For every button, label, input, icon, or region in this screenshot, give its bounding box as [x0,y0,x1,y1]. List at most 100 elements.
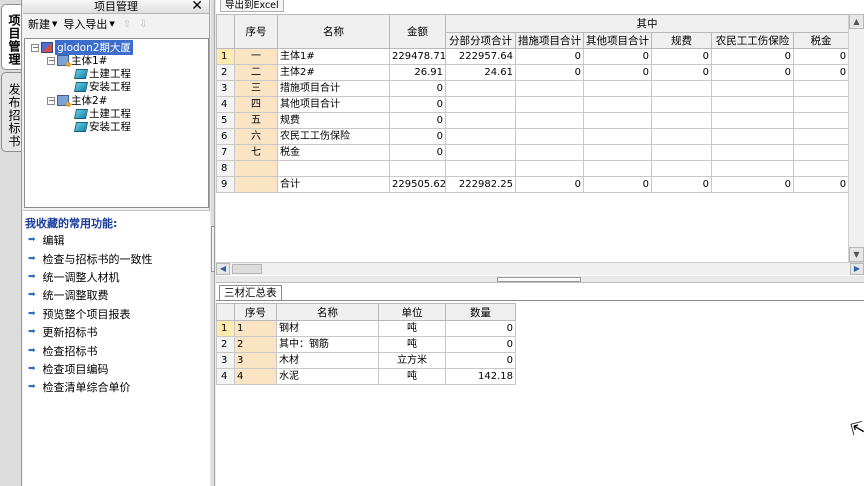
collapse-icon[interactable]: − [47,96,55,105]
cell-sub-value[interactable] [711,128,794,145]
cell-name[interactable]: 农民工工伤保险 [277,128,390,145]
row-number[interactable]: 2 [216,64,235,81]
cell-seq[interactable]: 4 [234,368,277,385]
favorite-item[interactable]: ➡ 统一调整取费 [23,286,210,304]
row-number[interactable]: 8 [216,160,235,177]
table-row[interactable]: 1 一主体1# 229478.71 222957.64 0 0 0 0 0 [216,48,850,65]
cell-sub-value[interactable] [711,144,794,161]
row-number[interactable]: 1 [216,320,235,337]
cell-name[interactable]: 措施项目合计 [277,80,390,97]
cell-name[interactable]: 规费 [277,112,390,129]
col-name-header[interactable]: 名称 [277,14,390,49]
favorite-item[interactable]: ➡ 检查与招标书的一致性 [23,249,210,267]
cell-seq[interactable] [234,176,278,193]
cell-sub-value[interactable] [445,160,516,177]
cell-sub-value[interactable] [445,96,516,113]
cell-unit[interactable]: 吨 [378,368,446,385]
cell-amount[interactable]: 0 [389,144,446,161]
cell-sub-value[interactable] [792,144,850,161]
cell-sub-value[interactable] [445,144,516,161]
cell-sub-value[interactable] [711,96,794,113]
row-number[interactable]: 4 [216,368,235,385]
favorite-item[interactable]: ➡ 统一调整人材机 [23,268,210,286]
cell-amount[interactable]: 229505.62 [389,176,446,193]
scroll-thumb[interactable] [232,264,262,274]
cell-sub-value[interactable] [792,80,850,97]
row-number[interactable]: 7 [216,144,235,161]
cell-sub-value[interactable] [711,80,794,97]
cell-sub-value[interactable]: 0 [515,176,584,193]
cell-sub-value[interactable] [515,144,584,161]
splitter-grip[interactable] [497,277,581,282]
cell-name[interactable]: 其他项目合计 [277,96,390,113]
cell-seq[interactable]: 3 [234,352,277,369]
cell-qty[interactable]: 0 [445,352,516,369]
cell-sub-value[interactable]: 0 [792,64,850,81]
table-row[interactable]: 8 [216,160,850,177]
cell-sub-value[interactable] [583,112,652,129]
col-sub-header[interactable]: 规费 [651,32,712,49]
col-sub-header[interactable]: 其他项目合计 [583,32,652,49]
cell-sub-value[interactable]: 24.61 [445,64,516,81]
cell-name[interactable]: 主体1# [277,48,390,65]
table-row[interactable]: 2 二主体2# 26.91 24.61 0 0 0 0 0 [216,64,850,81]
cell-sub-value[interactable]: 0 [515,64,584,81]
cell-sub-value[interactable]: 222982.25 [445,176,516,193]
row-number[interactable]: 1 [216,48,235,65]
cell-sub-value[interactable]: 0 [515,48,584,65]
cell-amount[interactable]: 0 [389,112,446,129]
col-sub-header[interactable]: 措施项目合计 [515,32,584,49]
col-seq-header[interactable]: 序号 [234,14,278,49]
cell-sub-value[interactable]: 0 [651,64,712,81]
cell-name[interactable]: 木材 [276,352,379,369]
collapse-icon[interactable]: − [31,43,39,52]
cell-unit[interactable]: 吨 [378,320,446,337]
cell-seq[interactable]: 四 [234,96,278,113]
cell-seq[interactable]: 七 [234,144,278,161]
cell-name[interactable]: 税金 [277,144,390,161]
horizontal-splitter[interactable] [216,276,864,283]
col-sub-header[interactable]: 农民工工伤保险 [711,32,794,49]
cell-name[interactable]: 水泥 [276,368,379,385]
table-row[interactable]: 6 六农民工工伤保险 0 [216,128,850,145]
cell-sub-value[interactable] [711,160,794,177]
cell-amount[interactable]: 0 [389,80,446,97]
cell-sub-value[interactable]: 0 [792,176,850,193]
splitter-grip[interactable] [211,226,215,272]
cell-seq[interactable]: 二 [234,64,278,81]
favorite-item[interactable]: ➡ 更新招标书 [23,323,210,341]
cell-unit[interactable]: 立方米 [378,352,446,369]
cell-seq[interactable]: 五 [234,112,278,129]
tab-project-management[interactable]: 项目管理 [1,4,21,70]
cell-seq[interactable]: 1 [234,320,277,337]
cell-name[interactable] [277,160,390,177]
new-button[interactable]: 新建 ▼ [28,16,57,32]
favorite-item[interactable]: ➡ 检查项目编码 [23,360,210,378]
cell-amount[interactable]: 26.91 [389,64,446,81]
table-row[interactable]: 5 五规费 0 [216,112,850,129]
cell-sub-value[interactable] [651,128,712,145]
cell-seq[interactable]: 2 [234,336,277,353]
row-number[interactable]: 5 [216,112,235,129]
cell-sub-value[interactable] [651,96,712,113]
cell-seq[interactable]: 一 [234,48,278,65]
cell-name[interactable]: 主体2# [277,64,390,81]
table-row[interactable]: 4 4 水泥吨 142.18 [216,368,516,385]
col-amount-header[interactable]: 金额 [389,14,446,49]
cell-sub-value[interactable]: 0 [651,176,712,193]
scroll-down-icon[interactable]: ▼ [849,247,864,262]
cell-sub-value[interactable] [583,128,652,145]
close-icon[interactable]: ✕ [191,0,203,13]
favorite-item[interactable]: ➡ 预览整个项目报表 [23,305,210,323]
scroll-up-icon[interactable]: ▲ [849,14,864,29]
col-seq-header[interactable]: 序号 [234,303,277,321]
table-row[interactable]: 2 2 其中：钢筋吨 0 [216,336,516,353]
import-export-button[interactable]: 导入导出 ▼ [63,16,114,32]
cell-seq[interactable]: 六 [234,128,278,145]
cell-sub-value[interactable] [445,112,516,129]
cell-name[interactable]: 合计 [277,176,390,193]
collapse-icon[interactable]: − [47,56,55,65]
cell-seq[interactable] [234,160,278,177]
cell-qty[interactable]: 0 [445,336,516,353]
cell-sub-value[interactable]: 0 [583,64,652,81]
